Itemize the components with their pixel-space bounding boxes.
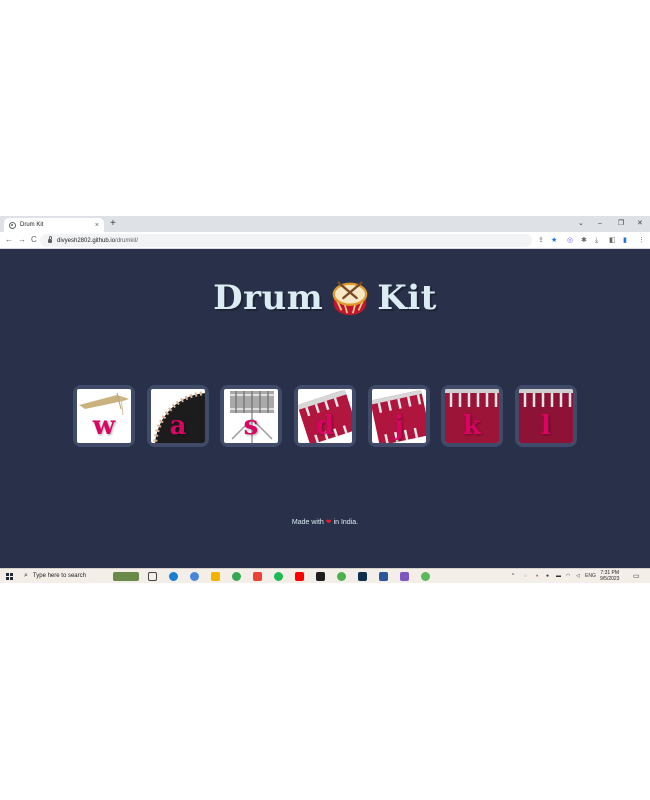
page-title: Drum Kit [0, 278, 650, 318]
search-placeholder: Type here to search [32, 573, 86, 579]
visual-studio-icon[interactable] [400, 572, 409, 581]
clock[interactable]: 7:31 PM 9/5/2023 [600, 570, 619, 582]
drum-letter: s [243, 411, 259, 441]
side-panel-icon[interactable]: ◧ [609, 235, 616, 246]
lock-icon [48, 236, 52, 243]
windows-start-icon[interactable] [6, 573, 13, 580]
drum-face: s [224, 389, 278, 443]
url-host: divyesh2802.github.io [57, 237, 116, 244]
clock-date: 9/5/2023 [600, 576, 620, 582]
close-window-button[interactable]: ✕ [637, 218, 643, 230]
browser-toolbar: ← → C divyesh2802.github.io/drumkit/ ⇪ ★… [0, 232, 650, 249]
drum-button-j[interactable]: j [368, 385, 430, 447]
url-path: /drumkit/ [115, 237, 139, 244]
footer-text: Made with [291, 519, 324, 526]
drum-face: a [151, 389, 205, 443]
footer-text: in India. [333, 519, 359, 526]
widget-icon[interactable] [113, 572, 139, 581]
drum-face: w [77, 389, 131, 443]
footer: Made with ❤ in India. [0, 518, 650, 526]
drum-emoji-icon [332, 281, 368, 316]
drum-face: j [372, 389, 426, 443]
app-icon[interactable] [358, 572, 367, 581]
tab-bar: Drum Kit × + ⌄ – ❐ ✕ [0, 216, 650, 232]
drum-button-k[interactable]: k [441, 385, 503, 447]
terminal-icon[interactable] [316, 572, 325, 581]
tab-title: Drum Kit [20, 222, 44, 228]
title-kit: Kit [377, 278, 437, 318]
tray-icon[interactable]: ◐ [536, 573, 539, 580]
drum-letter: l [541, 411, 551, 441]
drum-letter: w [92, 411, 116, 441]
heart-icon: ❤ [325, 519, 332, 526]
drum-button-a[interactable]: a [147, 385, 209, 447]
battery-icon[interactable]: ▬ [556, 573, 561, 580]
globe-icon [9, 221, 16, 229]
tray-icon[interactable]: ● [546, 573, 549, 580]
tab-drum-kit[interactable]: Drum Kit × [4, 218, 104, 232]
spotify-icon[interactable] [274, 572, 283, 581]
drum-letter: a [169, 411, 187, 441]
title-drum: Drum [213, 278, 324, 318]
minimize-button[interactable]: – [598, 218, 602, 230]
share-icon[interactable]: ⇪ [538, 236, 544, 245]
taskbar: ⌕ Type here to search ^ ◌ ◐ ● ▬ ◠ ◁ ENG … [0, 568, 650, 583]
forward-button[interactable]: → [18, 234, 26, 246]
tab-search-icon[interactable]: ⌄ [578, 218, 584, 230]
puzzle-icon[interactable]: ✱ [581, 235, 587, 246]
address-bar[interactable]: divyesh2802.github.io/drumkit/ ⇪ ★ [40, 234, 557, 247]
drum-face: k [445, 389, 499, 443]
bookmark-star-icon[interactable]: ★ [551, 236, 557, 245]
volume-icon[interactable]: ◁ [576, 573, 580, 580]
drum-letter: k [462, 411, 481, 441]
drum-button-l[interactable]: l [515, 385, 577, 447]
wifi-icon[interactable]: ◠ [566, 573, 570, 580]
drum-letter: d [315, 411, 335, 441]
edge-icon[interactable] [169, 572, 178, 581]
menu-icon[interactable]: ⋮ [638, 235, 645, 246]
reload-button[interactable]: C [31, 234, 37, 246]
maximize-button[interactable]: ❐ [618, 218, 624, 230]
new-tab-button[interactable]: + [110, 218, 116, 230]
drum-button-w[interactable]: w [73, 385, 135, 447]
app-icon[interactable] [337, 572, 346, 581]
tray-icon[interactable]: ◌ [524, 573, 527, 580]
tab-close-icon[interactable]: × [95, 222, 99, 229]
language-indicator[interactable]: ENG [585, 573, 596, 580]
gmail-icon[interactable] [253, 572, 262, 581]
settings-icon[interactable] [190, 572, 199, 581]
drum-set: w a s d j k l [0, 385, 650, 449]
app-icon[interactable] [379, 572, 388, 581]
back-button[interactable]: ← [5, 234, 13, 246]
drum-letter: j [394, 411, 404, 441]
task-view-icon[interactable] [148, 572, 157, 581]
app-icon[interactable] [421, 572, 430, 581]
drum-button-d[interactable]: d [294, 385, 356, 447]
notification-icon[interactable]: ▭ [633, 573, 640, 580]
profile-icon[interactable]: ▮ [623, 235, 627, 246]
extension-icon[interactable]: ◎ [567, 235, 573, 246]
download-icon[interactable]: ⤓ [595, 235, 598, 246]
drum-face: d [298, 389, 352, 443]
chevron-up-icon[interactable]: ^ [512, 573, 514, 580]
youtube-icon[interactable] [295, 572, 304, 581]
chrome-icon[interactable] [232, 572, 241, 581]
drum-button-s[interactable]: s [220, 385, 282, 447]
screen: Drum Kit × + ⌄ – ❐ ✕ ← → C divyesh2802.g… [0, 216, 650, 583]
search-icon: ⌕ [24, 572, 28, 579]
taskbar-search[interactable]: ⌕ Type here to search [20, 570, 112, 582]
drum-face: l [519, 389, 573, 443]
page-content: Drum Kit w a s d j k l Made with ❤ in In… [0, 249, 650, 568]
file-explorer-icon[interactable] [211, 572, 220, 581]
